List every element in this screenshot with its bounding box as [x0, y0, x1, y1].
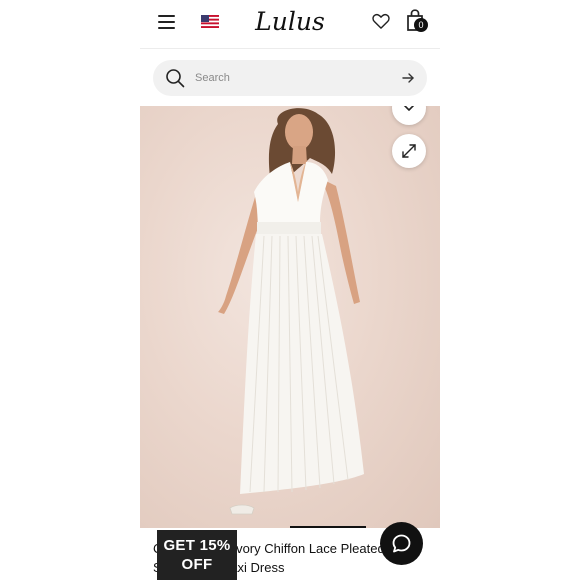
promo-line-2: OFF: [181, 556, 213, 573]
promo-line-1: GET 15%: [163, 537, 231, 554]
heart-icon[interactable]: [371, 11, 391, 31]
expand-image-button[interactable]: [392, 134, 426, 168]
promo-badge[interactable]: GET 15% OFF: [157, 530, 237, 580]
chat-button[interactable]: [380, 522, 423, 565]
arrow-right-icon[interactable]: [401, 71, 415, 85]
chat-bubble-icon: [392, 534, 411, 553]
hamburger-menu-icon[interactable]: [158, 13, 176, 29]
expand-arrows-icon: [402, 144, 416, 158]
site-header: Lulus 0: [140, 0, 440, 49]
model-photo: [218, 108, 364, 515]
mobile-page: Lulus 0 Search Ivory Chiffon Lace Pleate…: [140, 0, 440, 580]
product-info: Ca... Forever Ivory Chiffon Lace Pleated…: [140, 522, 440, 580]
chevron-down-icon: [403, 106, 415, 111]
search-bar[interactable]: [153, 60, 427, 96]
shopping-bag-button[interactable]: 0: [405, 8, 429, 34]
lulus-logo[interactable]: Lulus: [254, 4, 326, 40]
us-flag-icon[interactable]: [201, 15, 219, 28]
search-input[interactable]: [195, 68, 385, 88]
bag-count-badge: 0: [414, 18, 428, 32]
search-icon: [166, 69, 185, 88]
logo-text: Lulus: [254, 7, 325, 36]
product-image[interactable]: [140, 106, 440, 528]
